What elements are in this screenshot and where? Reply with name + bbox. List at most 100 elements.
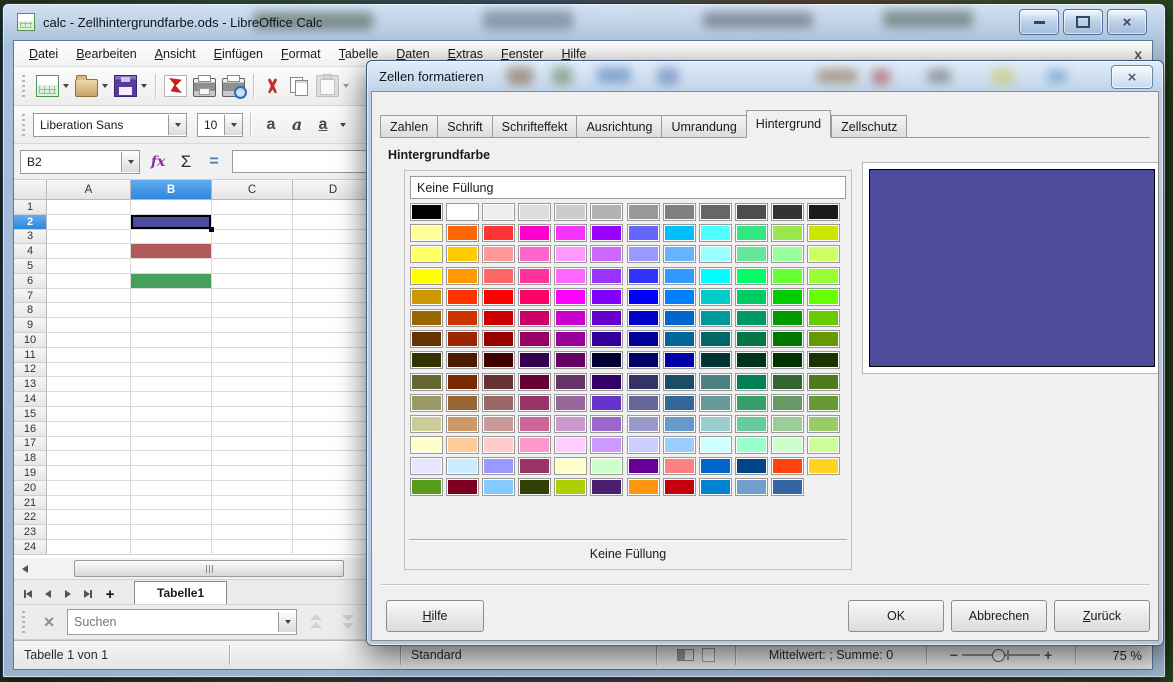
cell-D10[interactable]	[293, 333, 374, 348]
cell-B13[interactable]	[131, 377, 212, 392]
cell-C13[interactable]	[212, 377, 293, 392]
last-sheet-button[interactable]	[78, 584, 98, 604]
row-header-7[interactable]: 7	[14, 289, 47, 304]
color-swatch-r9-c1[interactable]	[410, 373, 443, 391]
color-swatch-r13-c7[interactable]	[627, 457, 660, 475]
cell-C17[interactable]	[212, 437, 293, 452]
cell-D23[interactable]	[293, 525, 374, 540]
cell-A9[interactable]	[47, 318, 131, 333]
formula-button[interactable]: =	[200, 150, 228, 174]
cell-A3[interactable]	[47, 230, 131, 245]
color-swatch-r6-c3[interactable]	[482, 309, 515, 327]
color-swatch-r9-c7[interactable]	[627, 373, 660, 391]
color-swatch-r1-c5[interactable]	[554, 203, 587, 221]
color-swatch-r14-c10[interactable]	[735, 478, 768, 496]
color-swatch-r5-c5[interactable]	[554, 288, 587, 306]
dialog-title-bar[interactable]: Zellen formatieren ×	[367, 61, 1163, 91]
font-size-dropdown[interactable]	[224, 115, 242, 135]
menu-einf-gen[interactable]: Einfügen	[205, 44, 272, 64]
cell-D18[interactable]	[293, 451, 374, 466]
cell-C24[interactable]	[212, 540, 293, 555]
tab-zellschutz[interactable]: Zellschutz	[831, 115, 907, 138]
color-swatch-r13-c9[interactable]	[699, 457, 732, 475]
color-swatch-r5-c6[interactable]	[590, 288, 623, 306]
row-header-4[interactable]: 4	[14, 244, 47, 259]
cell-B19[interactable]	[131, 466, 212, 481]
color-swatch-r10-c7[interactable]	[627, 394, 660, 412]
row-header-3[interactable]: 3	[14, 230, 47, 245]
cell-D14[interactable]	[293, 392, 374, 407]
cell-B10[interactable]	[131, 333, 212, 348]
color-swatch-r13-c4[interactable]	[518, 457, 551, 475]
row-header-10[interactable]: 10	[14, 333, 47, 348]
color-swatch-r8-c4[interactable]	[518, 351, 551, 369]
cell-D24[interactable]	[293, 540, 374, 555]
color-swatch-r5-c9[interactable]	[699, 288, 732, 306]
cell-A12[interactable]	[47, 363, 131, 378]
cell-B2[interactable]	[131, 215, 212, 230]
cell-B16[interactable]	[131, 422, 212, 437]
color-swatch-r12-c4[interactable]	[518, 436, 551, 454]
color-swatch-r9-c9[interactable]	[699, 373, 732, 391]
color-swatch-r11-c5[interactable]	[554, 415, 587, 433]
color-swatch-r12-c3[interactable]	[482, 436, 515, 454]
color-swatch-r4-c9[interactable]	[699, 267, 732, 285]
color-swatch-r6-c4[interactable]	[518, 309, 551, 327]
color-swatch-r7-c8[interactable]	[663, 330, 696, 348]
tab-zahlen[interactable]: Zahlen	[380, 115, 437, 138]
color-swatch-r11-c6[interactable]	[590, 415, 623, 433]
underline-button[interactable]: a	[310, 112, 336, 138]
new-document-button[interactable]	[33, 72, 72, 100]
color-swatch-r3-c8[interactable]	[663, 245, 696, 263]
color-swatch-r7-c6[interactable]	[590, 330, 623, 348]
cell-A20[interactable]	[47, 481, 131, 496]
color-swatch-r11-c11[interactable]	[771, 415, 804, 433]
italic-button[interactable]: a	[284, 112, 310, 138]
cell-A11[interactable]	[47, 348, 131, 363]
color-swatch-r7-c12[interactable]	[807, 330, 840, 348]
find-previous-button[interactable]	[303, 611, 329, 633]
color-swatch-r3-c10[interactable]	[735, 245, 768, 263]
cell-C14[interactable]	[212, 392, 293, 407]
cell-B3[interactable]	[131, 230, 212, 245]
save-button[interactable]	[111, 72, 150, 100]
color-swatch-r2-c1[interactable]	[410, 224, 443, 242]
color-swatch-r10-c2[interactable]	[446, 394, 479, 412]
color-swatch-r5-c8[interactable]	[663, 288, 696, 306]
color-swatch-r5-c1[interactable]	[410, 288, 443, 306]
search-input[interactable]	[68, 615, 278, 629]
color-swatch-r11-c2[interactable]	[446, 415, 479, 433]
color-swatch-r4-c6[interactable]	[590, 267, 623, 285]
cell-A24[interactable]	[47, 540, 131, 555]
color-swatch-r6-c5[interactable]	[554, 309, 587, 327]
copy-button[interactable]	[286, 73, 313, 99]
cell-D12[interactable]	[293, 363, 374, 378]
color-swatch-r1-c4[interactable]	[518, 203, 551, 221]
previous-sheet-button[interactable]	[38, 584, 58, 604]
fill-selection-field[interactable]: Keine Füllung	[410, 176, 846, 199]
paste-button[interactable]	[313, 72, 352, 100]
color-swatch-r9-c4[interactable]	[518, 373, 551, 391]
color-swatch-r7-c1[interactable]	[410, 330, 443, 348]
zoom-out-icon[interactable]: −	[950, 648, 958, 662]
cell-D9[interactable]	[293, 318, 374, 333]
chevron-down-icon[interactable]	[343, 84, 349, 88]
color-swatch-r14-c7[interactable]	[627, 478, 660, 496]
scroll-left-button[interactable]	[16, 561, 34, 577]
color-swatch-r7-c5[interactable]	[554, 330, 587, 348]
cell-B1[interactable]	[131, 200, 212, 215]
color-swatch-r6-c2[interactable]	[446, 309, 479, 327]
color-swatch-r10-c6[interactable]	[590, 394, 623, 412]
cell-A2[interactable]	[47, 215, 131, 230]
color-swatch-r10-c1[interactable]	[410, 394, 443, 412]
color-swatch-r2-c6[interactable]	[590, 224, 623, 242]
color-swatch-r12-c9[interactable]	[699, 436, 732, 454]
cell-C11[interactable]	[212, 348, 293, 363]
row-header-16[interactable]: 16	[14, 422, 47, 437]
function-wizard-button[interactable]: fx	[144, 150, 172, 174]
cell-D6[interactable]	[293, 274, 374, 289]
color-swatch-r8-c9[interactable]	[699, 351, 732, 369]
color-swatch-r5-c10[interactable]	[735, 288, 768, 306]
color-swatch-r13-c10[interactable]	[735, 457, 768, 475]
cell-B14[interactable]	[131, 392, 212, 407]
